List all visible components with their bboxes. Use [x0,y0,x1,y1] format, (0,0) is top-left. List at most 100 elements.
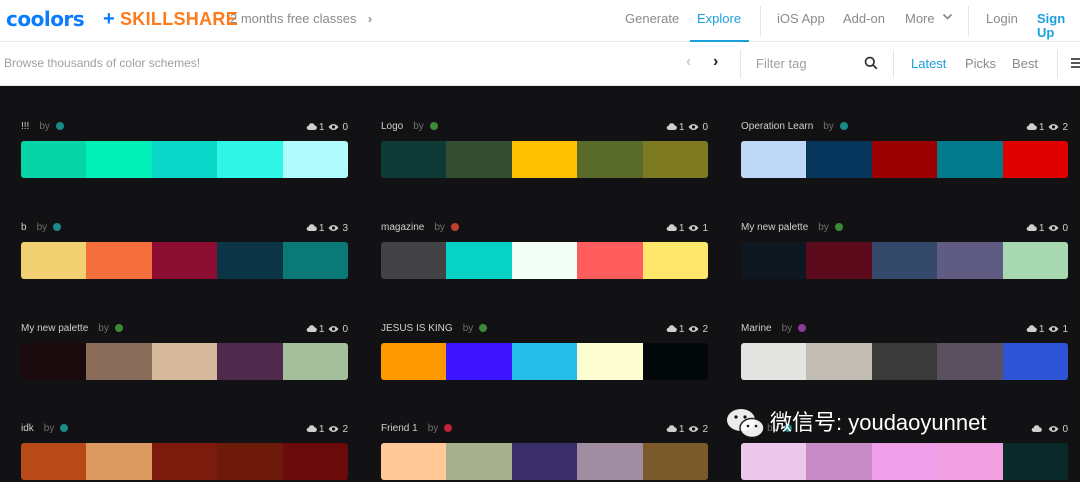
color-swatch[interactable] [21,242,87,279]
filter-tag-input[interactable] [756,55,856,71]
color-swatch[interactable] [217,141,283,178]
palette-name[interactable]: Operation Learn [741,121,813,132]
palette-card[interactable]: idk by 1 2 [21,422,348,482]
color-swatch[interactable] [642,242,708,279]
palette-name[interactable]: idk [21,423,34,434]
sort-latest[interactable]: Latest [911,57,946,71]
color-palette[interactable] [741,141,1068,178]
palette-card[interactable]: Logo by 1 0 [381,120,708,180]
color-swatch[interactable] [937,141,1003,178]
save-cloud-icon[interactable] [666,323,677,333]
previous-arrow-icon[interactable]: ‹ [686,54,691,70]
palette-name[interactable]: Logo [381,121,403,132]
color-swatch[interactable] [1002,343,1068,380]
user-avatar[interactable] [114,324,123,332]
palette-name[interactable]: Marine [741,323,772,334]
color-swatch[interactable] [151,242,218,279]
color-swatch[interactable] [151,443,218,480]
nav-more[interactable]: More [905,12,935,26]
color-swatch[interactable] [741,242,807,279]
nav-ios-app[interactable]: iOS App [777,12,825,26]
color-swatch[interactable] [21,141,87,178]
save-cloud-icon[interactable] [306,121,317,131]
nav-login[interactable]: Login [986,12,1018,26]
color-swatch[interactable] [282,443,348,480]
color-swatch[interactable] [217,443,283,480]
palette-name[interactable]: My new palette [741,222,808,233]
next-arrow-icon[interactable]: › [713,54,718,70]
color-swatch[interactable] [511,141,578,178]
color-swatch[interactable] [511,242,578,279]
save-cloud-icon[interactable] [306,222,317,232]
user-avatar[interactable] [798,324,807,332]
user-avatar[interactable] [429,122,438,130]
user-avatar[interactable] [450,223,459,231]
color-swatch[interactable] [871,343,938,380]
menu-icon[interactable] [1071,58,1080,69]
user-avatar[interactable] [60,424,69,432]
promo-link[interactable]: 2 months free classes [230,12,356,26]
palette-name[interactable]: Friend 1 [381,423,418,434]
palette-name[interactable]: magazine [381,222,424,233]
color-swatch[interactable] [577,141,643,178]
color-swatch[interactable] [151,343,218,380]
color-swatch[interactable] [217,242,283,279]
save-cloud-icon[interactable] [1026,121,1037,131]
color-swatch[interactable] [282,242,348,279]
search-input[interactable] [4,54,604,72]
color-palette[interactable] [21,141,348,178]
color-swatch[interactable] [381,443,447,480]
color-swatch[interactable] [1002,443,1068,480]
color-swatch[interactable] [21,443,87,480]
color-swatch[interactable] [446,141,512,178]
palette-card[interactable]: Marine by 1 1 [741,322,1068,382]
color-swatch[interactable] [741,443,807,480]
save-cloud-icon[interactable] [1026,222,1037,232]
color-swatch[interactable] [511,343,578,380]
color-swatch[interactable] [806,141,872,178]
user-avatar[interactable] [444,424,453,432]
color-swatch[interactable] [381,343,447,380]
nav-add-on[interactable]: Add-on [843,12,885,26]
save-cloud-icon[interactable] [1026,323,1037,333]
save-cloud-icon[interactable] [666,222,677,232]
color-swatch[interactable] [806,343,872,380]
color-palette[interactable] [21,242,348,279]
color-swatch[interactable] [446,343,512,380]
color-palette[interactable] [741,242,1068,279]
user-avatar[interactable] [834,223,843,231]
user-avatar[interactable] [839,122,848,130]
palette-name[interactable]: JESUS IS KING [381,323,453,334]
palette-name[interactable]: !!! [21,121,29,132]
color-swatch[interactable] [217,343,283,380]
color-swatch[interactable] [446,242,512,279]
palette-name[interactable]: b [21,222,27,233]
chevron-down-icon[interactable] [942,11,953,25]
color-swatch[interactable] [577,343,643,380]
color-palette[interactable] [741,343,1068,380]
color-swatch[interactable] [741,141,807,178]
save-cloud-icon[interactable] [666,423,677,433]
color-swatch[interactable] [86,443,152,480]
search-icon[interactable] [864,56,878,75]
palette-card[interactable]: My new palette by 1 0 [741,221,1068,281]
color-swatch[interactable] [642,141,708,178]
color-swatch[interactable] [577,443,643,480]
color-swatch[interactable] [1002,242,1068,279]
color-palette[interactable] [21,343,348,380]
color-swatch[interactable] [937,443,1003,480]
color-palette[interactable] [381,141,708,178]
palette-card[interactable]: b by 1 3 [21,221,348,281]
color-swatch[interactable] [21,343,87,380]
nav-explore[interactable]: Explore [697,12,741,26]
color-palette[interactable] [381,242,708,279]
save-cloud-icon[interactable] [1031,423,1043,433]
color-swatch[interactable] [86,343,152,380]
palette-card[interactable]: Friend 1 by 1 2 [381,422,708,482]
save-cloud-icon[interactable] [306,423,317,433]
palette-card[interactable]: JESUS IS KING by 1 2 [381,322,708,382]
color-swatch[interactable] [871,443,938,480]
color-swatch[interactable] [937,242,1003,279]
nav-generate[interactable]: Generate [625,12,679,26]
color-swatch[interactable] [871,242,938,279]
